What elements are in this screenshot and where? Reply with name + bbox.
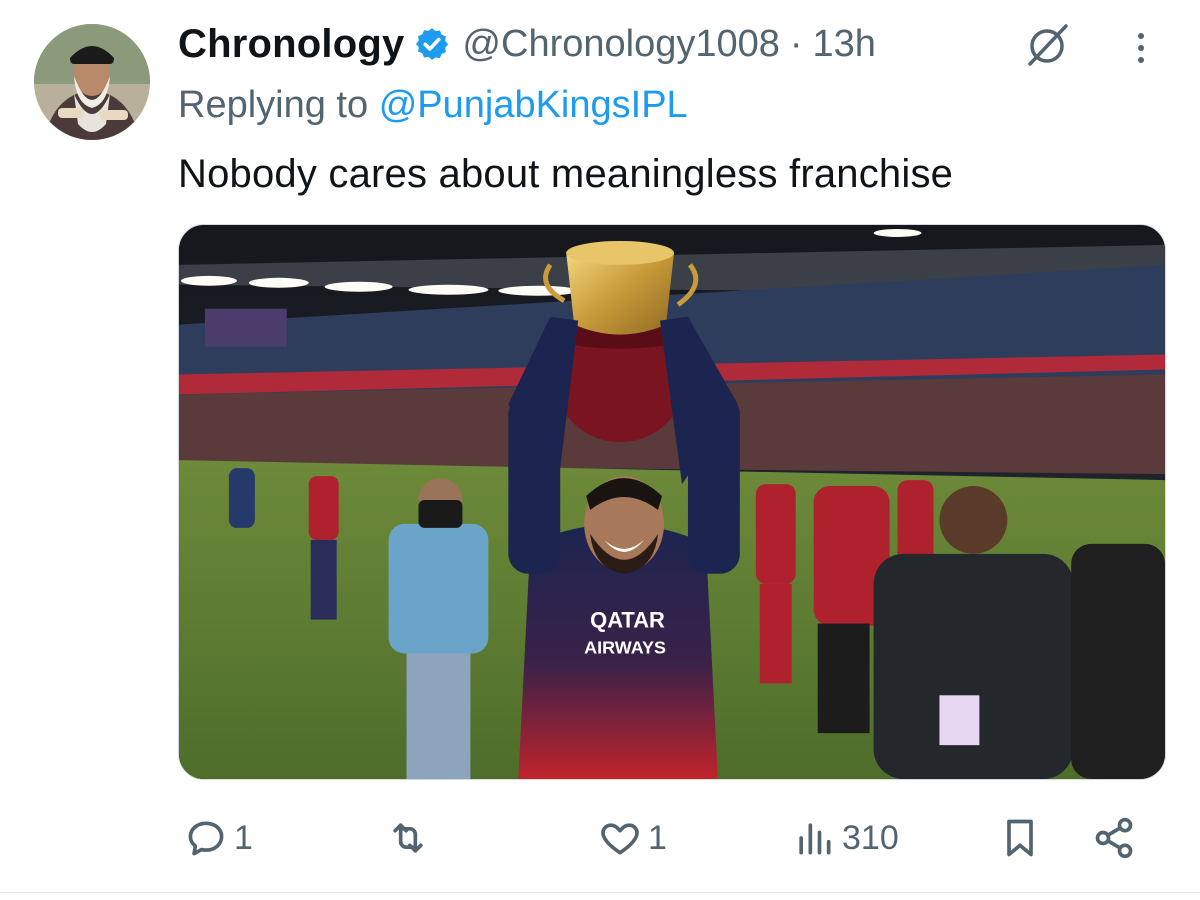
tweet-text: Nobody cares about meaningless franchise [178,152,954,196]
jersey-sponsor-line2: AIRWAYS [584,637,666,657]
share-button[interactable] [1092,806,1136,870]
like-button[interactable]: 1 [598,806,667,870]
share-icon [1095,817,1133,859]
grok-icon[interactable] [1020,20,1074,70]
replying-to-line: Replying to @PunjabKingsIPL [178,84,688,127]
reply-count: 1 [234,818,253,857]
retweet-icon [393,823,423,853]
bookmark-button[interactable] [998,806,1042,870]
avatar[interactable] [34,24,150,140]
views-bar-chart-icon [799,823,831,855]
retweet-button[interactable] [386,806,436,870]
replying-to-label: Replying to [178,84,369,126]
more-options-icon[interactable] [1126,28,1156,68]
tweet-header: Chronology @Chronology1008 · 13h [178,18,876,70]
views-button[interactable]: 310 [792,806,899,870]
views-count: 310 [842,818,899,857]
stadium-trophy-photo: QATAR AIRWAYS [179,225,1165,779]
verified-badge-icon [416,28,449,60]
avatar-image [34,24,150,140]
reply-to-handle-link[interactable]: @PunjabKingsIPL [379,84,688,126]
author-display-name[interactable]: Chronology [178,22,404,67]
separator-dot: · [789,22,803,65]
action-bar: 1 1 310 [178,806,1166,870]
tweet-card[interactable]: Chronology @Chronology1008 · 13h Replyin… [0,0,1200,900]
reply-button[interactable]: 1 [184,806,253,870]
tweet-timestamp[interactable]: 13h [813,23,876,66]
heart-icon [601,823,639,855]
tweet-photo[interactable]: QATAR AIRWAYS [178,224,1166,780]
bottom-divider [0,892,1200,893]
bookmark-icon [1007,819,1033,857]
like-count: 1 [648,818,667,857]
jersey-sponsor-line1: QATAR [590,608,665,633]
reply-icon [188,821,224,856]
author-handle[interactable]: @Chronology1008 [462,23,779,66]
